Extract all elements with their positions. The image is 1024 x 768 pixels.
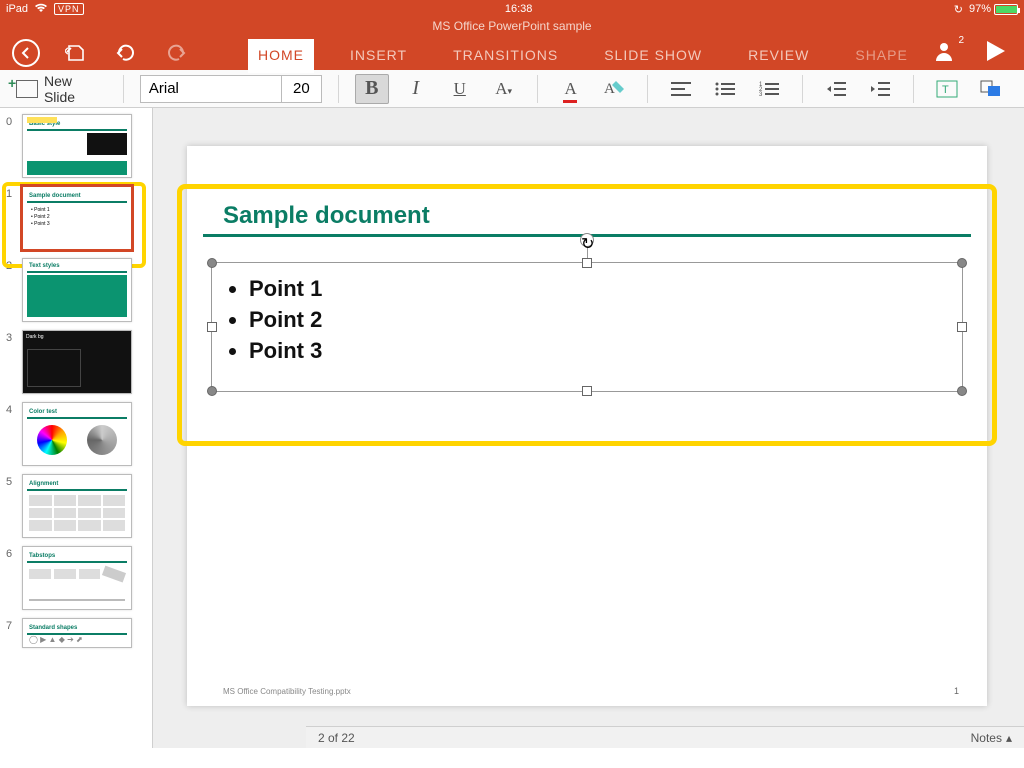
redo-button[interactable]	[162, 39, 190, 67]
slide-title-text[interactable]: Sample document	[223, 202, 430, 230]
slide-thumb-4[interactable]: Color test	[22, 402, 132, 466]
slide-editor[interactable]: Sample document ↻ Point 1 Point 2 Point …	[153, 108, 1024, 748]
bullet-list-button[interactable]	[708, 74, 742, 104]
status-bar: 2 of 22 Notes ▴	[306, 726, 1024, 748]
slide-thumb-3[interactable]: Dark bg	[22, 330, 132, 394]
app-titlebar: MS Office PowerPoint sample HOME INSERT …	[0, 18, 1024, 70]
slide-footer-filename: MS Office Compatibility Testing.pptx	[223, 687, 351, 696]
tab-review[interactable]: REVIEW	[738, 39, 819, 73]
thumb-index: 5	[6, 474, 18, 488]
rotate-handle[interactable]: ↻	[580, 233, 594, 247]
font-color-button[interactable]: A	[554, 74, 588, 104]
font-name-field[interactable]: Arial	[141, 76, 281, 102]
thumb-index: 3	[6, 330, 18, 344]
ribbon-toolbar: New Slide Arial 20 B I U A▾ A A 123 T	[0, 70, 1024, 108]
tab-insert[interactable]: INSERT	[340, 39, 417, 73]
slide-thumb-7[interactable]: Standard shapes ◯ ▶ ▲ ◆ ➔ ⬈	[22, 618, 132, 648]
slide-thumbnail-panel[interactable]: 0 Basic style 1 Sample document • Point …	[0, 108, 153, 748]
resize-handle-w[interactable]	[207, 322, 217, 332]
tab-shape[interactable]: SHAPE	[845, 39, 917, 73]
slide-thumb-5[interactable]: Alignment	[22, 474, 132, 538]
tab-slideshow[interactable]: SLIDE SHOW	[594, 39, 712, 73]
italic-button[interactable]: I	[399, 74, 433, 104]
ios-status-bar: iPad VPN 16:38 ↻ 97%	[0, 0, 1024, 18]
new-slide-button[interactable]: New Slide	[16, 73, 107, 105]
underline-button[interactable]: U	[443, 74, 477, 104]
chevron-up-icon: ▴	[1006, 731, 1012, 745]
ribbon-tabs: HOME INSERT TRANSITIONS SLIDE SHOW REVIE…	[248, 33, 918, 73]
thumb-index: 1	[6, 186, 18, 200]
thumb-index: 0	[6, 114, 18, 128]
bold-button[interactable]: B	[355, 74, 389, 104]
tab-transitions[interactable]: TRANSITIONS	[443, 39, 568, 73]
svg-text:T: T	[942, 84, 949, 96]
new-slide-label: New Slide	[44, 73, 107, 105]
resize-handle-nw[interactable]	[207, 258, 217, 268]
decrease-indent-button[interactable]	[819, 74, 853, 104]
resize-handle-n[interactable]	[582, 258, 592, 268]
slide-thumb-2[interactable]: Text styles	[22, 258, 132, 322]
battery-percent: 97%	[969, 3, 991, 15]
slide-thumb-1[interactable]: Sample document • Point 1• Point 2• Poin…	[22, 186, 132, 250]
undo-button[interactable]	[112, 39, 140, 67]
notes-toggle[interactable]: Notes ▴	[971, 731, 1012, 745]
thumb-index: 4	[6, 402, 18, 416]
thumb-index: 7	[6, 618, 18, 632]
slide-footer-number: 1	[954, 686, 959, 696]
shape-button[interactable]	[974, 74, 1008, 104]
share-count: 2	[958, 35, 964, 46]
svg-text:3: 3	[759, 92, 763, 97]
wifi-icon	[34, 3, 48, 16]
back-button[interactable]	[12, 39, 40, 67]
notes-label: Notes	[971, 731, 1002, 745]
resize-handle-se[interactable]	[957, 386, 967, 396]
document-title: MS Office PowerPoint sample	[0, 18, 1024, 33]
svg-text:A: A	[604, 81, 615, 97]
file-menu-button[interactable]	[62, 39, 90, 67]
numbered-list-button[interactable]: 123	[752, 74, 786, 104]
font-format-button[interactable]: A▾	[487, 74, 521, 104]
new-slide-icon	[16, 80, 38, 98]
thumb-index: 6	[6, 546, 18, 560]
share-user-button[interactable]: 2	[930, 37, 958, 65]
resize-handle-s[interactable]	[582, 386, 592, 396]
thumb-index: 2	[6, 258, 18, 272]
tab-home[interactable]: HOME	[248, 39, 314, 73]
align-button[interactable]	[664, 74, 698, 104]
rotation-lock-icon: ↻	[954, 3, 963, 16]
font-size-field[interactable]: 20	[281, 76, 321, 102]
slide-thumb-6[interactable]: Tabstops	[22, 546, 132, 610]
resize-handle-sw[interactable]	[207, 386, 217, 396]
resize-handle-e[interactable]	[957, 322, 967, 332]
textbox-button[interactable]: T	[930, 74, 964, 104]
slide-counter: 2 of 22	[318, 731, 355, 745]
device-label: iPad	[6, 3, 28, 15]
slide-canvas[interactable]: Sample document ↻ Point 1 Point 2 Point …	[187, 146, 987, 706]
present-button[interactable]	[982, 37, 1010, 65]
vpn-badge: VPN	[54, 3, 84, 15]
selected-textbox[interactable]: ↻	[211, 262, 963, 392]
font-picker[interactable]: Arial 20	[140, 75, 322, 103]
clock: 16:38	[505, 3, 533, 15]
slide-thumb-0[interactable]: Basic style	[22, 114, 132, 178]
highlight-button[interactable]: A	[598, 74, 632, 104]
resize-handle-ne[interactable]	[957, 258, 967, 268]
increase-indent-button[interactable]	[863, 74, 897, 104]
battery-icon	[994, 4, 1018, 15]
